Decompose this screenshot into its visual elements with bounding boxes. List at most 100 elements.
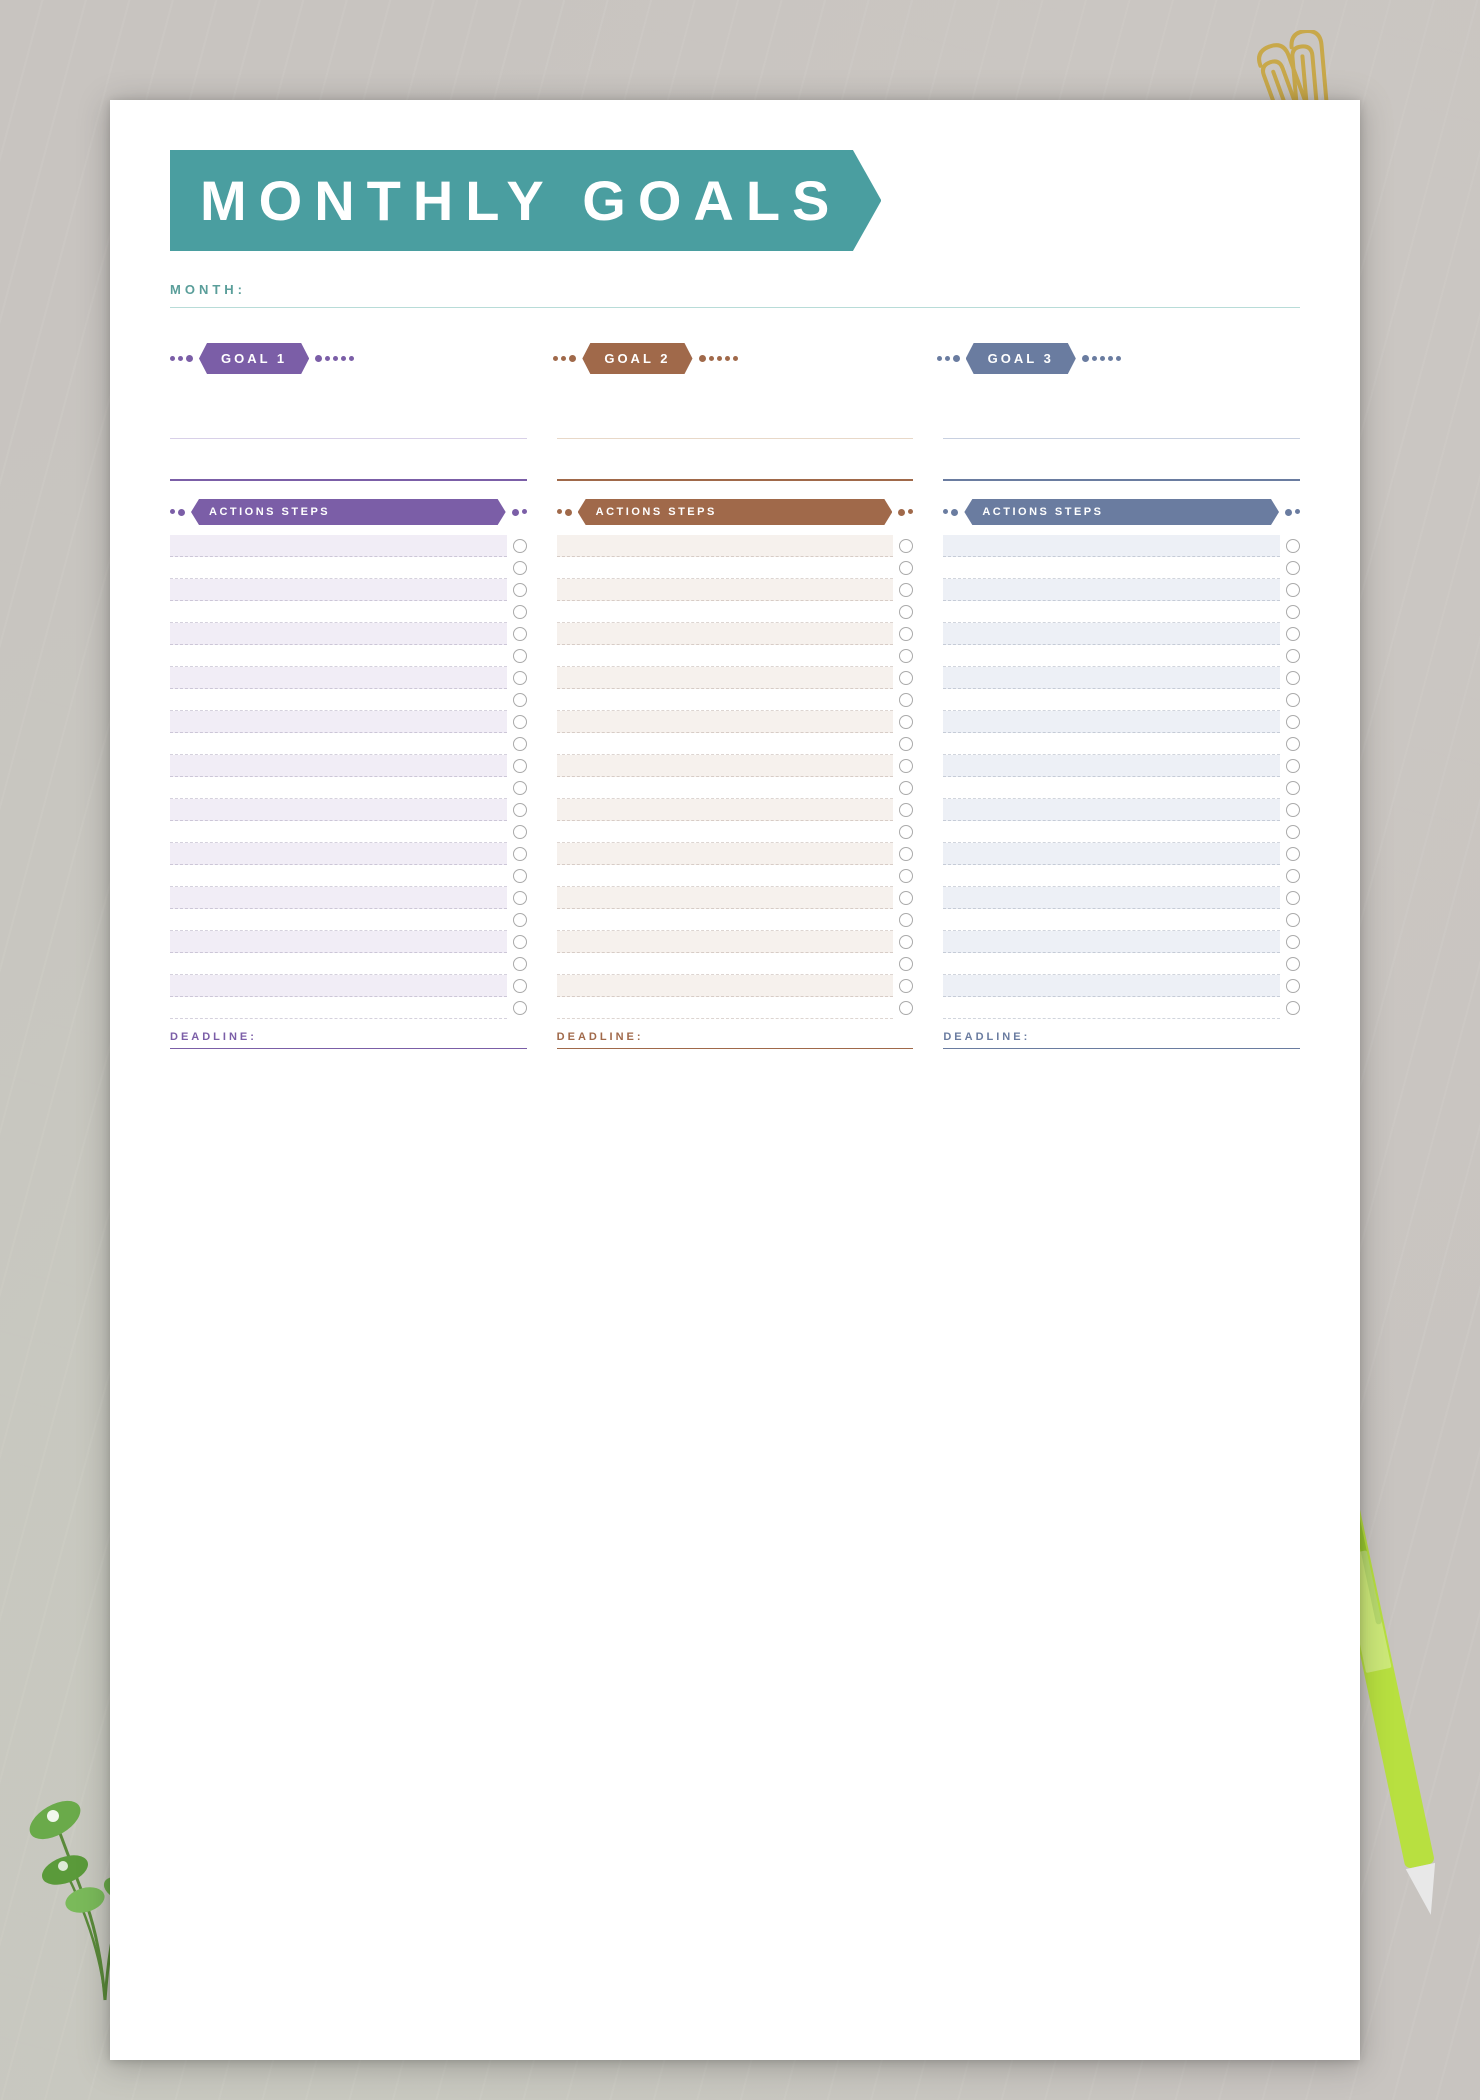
action-line[interactable] xyxy=(557,689,894,711)
action-line[interactable] xyxy=(943,865,1280,887)
action-checkbox[interactable] xyxy=(1286,693,1300,707)
action-checkbox[interactable] xyxy=(899,737,913,751)
action-checkbox[interactable] xyxy=(513,759,527,773)
action-line[interactable] xyxy=(557,975,894,997)
action-checkbox[interactable] xyxy=(1286,561,1300,575)
action-checkbox[interactable] xyxy=(513,781,527,795)
action-line[interactable] xyxy=(557,931,894,953)
action-line[interactable] xyxy=(557,535,894,557)
action-line[interactable] xyxy=(943,777,1280,799)
action-checkbox[interactable] xyxy=(1286,803,1300,817)
action-checkbox[interactable] xyxy=(1286,649,1300,663)
action-line[interactable] xyxy=(943,931,1280,953)
action-checkbox[interactable] xyxy=(1286,627,1300,641)
action-line[interactable] xyxy=(557,667,894,689)
action-checkbox[interactable] xyxy=(899,1001,913,1015)
action-line[interactable] xyxy=(943,667,1280,689)
action-checkbox[interactable] xyxy=(1286,583,1300,597)
action-line[interactable] xyxy=(170,865,507,887)
action-line[interactable] xyxy=(943,843,1280,865)
action-checkbox[interactable] xyxy=(513,583,527,597)
action-checkbox[interactable] xyxy=(899,605,913,619)
action-line[interactable] xyxy=(557,865,894,887)
action-checkbox[interactable] xyxy=(1286,759,1300,773)
action-checkbox[interactable] xyxy=(513,605,527,619)
action-checkbox[interactable] xyxy=(1286,539,1300,553)
action-line[interactable] xyxy=(170,733,507,755)
action-line[interactable] xyxy=(943,557,1280,579)
action-checkbox[interactable] xyxy=(1286,891,1300,905)
action-line[interactable] xyxy=(170,711,507,733)
action-line[interactable] xyxy=(170,821,507,843)
action-line[interactable] xyxy=(170,843,507,865)
action-line[interactable] xyxy=(170,799,507,821)
action-line[interactable] xyxy=(943,645,1280,667)
action-line[interactable] xyxy=(170,777,507,799)
action-line[interactable] xyxy=(170,689,507,711)
action-line[interactable] xyxy=(170,667,507,689)
goal3-input[interactable] xyxy=(943,389,1300,439)
action-checkbox[interactable] xyxy=(899,935,913,949)
action-line[interactable] xyxy=(557,711,894,733)
action-checkbox[interactable] xyxy=(899,781,913,795)
action-checkbox[interactable] xyxy=(899,869,913,883)
action-line[interactable] xyxy=(170,557,507,579)
action-checkbox[interactable] xyxy=(899,539,913,553)
action-line[interactable] xyxy=(557,887,894,909)
action-line[interactable] xyxy=(170,975,507,997)
action-checkbox[interactable] xyxy=(899,671,913,685)
action-checkbox[interactable] xyxy=(1286,737,1300,751)
action-line[interactable] xyxy=(943,821,1280,843)
action-line[interactable] xyxy=(170,755,507,777)
action-line[interactable] xyxy=(557,623,894,645)
action-checkbox[interactable] xyxy=(513,825,527,839)
action-checkbox[interactable] xyxy=(1286,781,1300,795)
action-line[interactable] xyxy=(943,953,1280,975)
action-checkbox[interactable] xyxy=(899,583,913,597)
action-checkbox[interactable] xyxy=(1286,605,1300,619)
action-line[interactable] xyxy=(557,843,894,865)
action-line[interactable] xyxy=(943,535,1280,557)
action-checkbox[interactable] xyxy=(1286,1001,1300,1015)
action-line[interactable] xyxy=(943,733,1280,755)
action-line[interactable] xyxy=(557,579,894,601)
action-line[interactable] xyxy=(557,755,894,777)
action-checkbox[interactable] xyxy=(1286,825,1300,839)
action-line[interactable] xyxy=(943,623,1280,645)
action-checkbox[interactable] xyxy=(899,847,913,861)
action-checkbox[interactable] xyxy=(899,957,913,971)
action-line[interactable] xyxy=(170,909,507,931)
action-checkbox[interactable] xyxy=(1286,913,1300,927)
action-line[interactable] xyxy=(943,711,1280,733)
action-line[interactable] xyxy=(943,887,1280,909)
action-checkbox[interactable] xyxy=(513,671,527,685)
action-checkbox[interactable] xyxy=(899,759,913,773)
action-line[interactable] xyxy=(557,821,894,843)
action-line[interactable] xyxy=(943,997,1280,1019)
action-checkbox[interactable] xyxy=(1286,935,1300,949)
action-line[interactable] xyxy=(943,689,1280,711)
action-line[interactable] xyxy=(170,535,507,557)
action-line[interactable] xyxy=(170,931,507,953)
action-checkbox[interactable] xyxy=(513,539,527,553)
action-checkbox[interactable] xyxy=(899,627,913,641)
goal1-input[interactable] xyxy=(170,389,527,439)
action-line[interactable] xyxy=(170,953,507,975)
goal2-input[interactable] xyxy=(557,389,914,439)
action-checkbox[interactable] xyxy=(513,627,527,641)
action-line[interactable] xyxy=(557,909,894,931)
action-checkbox[interactable] xyxy=(513,1001,527,1015)
action-checkbox[interactable] xyxy=(1286,957,1300,971)
action-line[interactable] xyxy=(170,623,507,645)
action-checkbox[interactable] xyxy=(899,561,913,575)
action-line[interactable] xyxy=(943,799,1280,821)
action-checkbox[interactable] xyxy=(899,979,913,993)
action-line[interactable] xyxy=(170,579,507,601)
action-line[interactable] xyxy=(557,953,894,975)
action-line[interactable] xyxy=(557,777,894,799)
action-line[interactable] xyxy=(557,799,894,821)
action-checkbox[interactable] xyxy=(899,715,913,729)
action-line[interactable] xyxy=(943,601,1280,623)
action-checkbox[interactable] xyxy=(1286,847,1300,861)
action-line[interactable] xyxy=(170,601,507,623)
